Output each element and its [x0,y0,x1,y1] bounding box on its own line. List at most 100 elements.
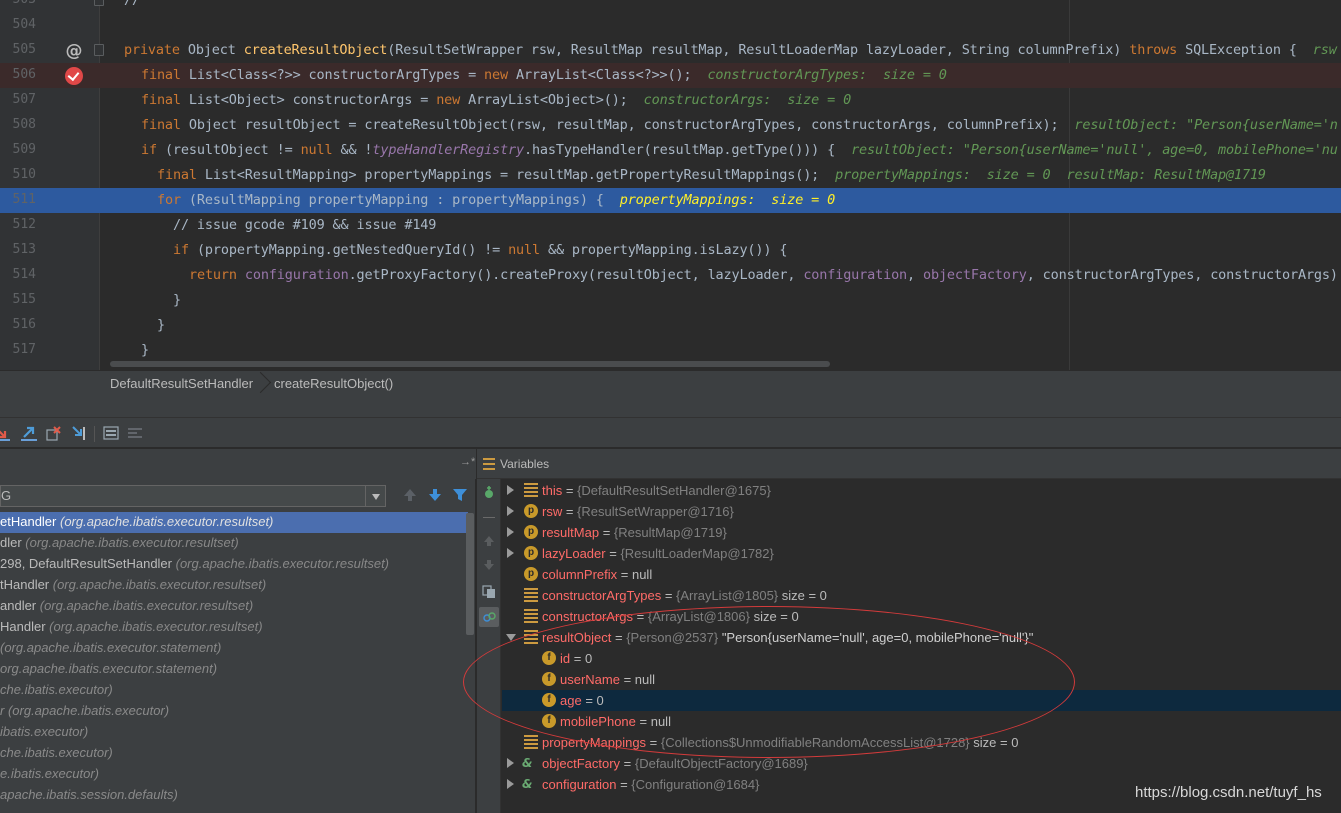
restore-layout-icon[interactable]: →* [460,456,475,468]
parameter-icon: p [524,525,538,539]
frame-row[interactable]: Handler (org.apache.ibatis.executor.resu… [0,617,468,638]
thread-dropdown[interactable]: G [0,485,386,507]
code-line-517[interactable]: 517 } [0,338,1341,363]
variable-row-resultobject[interactable]: resultObject = {Person@2537} "Person{use… [502,627,1341,648]
frame-row[interactable]: che.ibatis.executor) [0,680,468,701]
new-watch-icon[interactable] [481,485,497,501]
code-line-504[interactable]: 504 [0,13,1341,38]
copy-icon[interactable] [482,585,496,599]
field-icon: f [542,714,556,728]
frame-row[interactable]: apache.ibatis.session.defaults) [0,785,468,806]
fold-marker-icon[interactable] [94,0,104,6]
frame-row[interactable]: r (org.apache.ibatis.executor) [0,701,468,722]
variable-row-id[interactable]: f id = 0 [502,648,1341,669]
trace-icon[interactable] [127,425,143,441]
variables-icon [483,458,495,470]
frame-row[interactable]: etHandler (org.apache.ibatis.executor.re… [0,512,468,533]
frame-row[interactable]: dler (org.apache.ibatis.executor.results… [0,533,468,554]
fold-marker-icon[interactable] [94,44,104,56]
line-number: 505 [12,42,36,57]
run-to-cursor-icon[interactable] [71,425,87,441]
frames-panel: →* G etHandler (org.apache.ibatis.execut… [0,449,476,813]
breakpoint-check-icon[interactable] [64,66,84,86]
code-text: } [157,317,165,333]
line-number: 504 [12,17,36,32]
field-watch-icon: & [522,777,533,791]
code-text: for (ResultMapping propertyMapping : pro… [157,192,836,208]
frame-row[interactable]: 298, DefaultResultSetHandler (org.apache… [0,554,468,575]
step-into-icon[interactable] [0,425,10,441]
variable-row-constructorargs[interactable]: constructorArgs = {ArrayList@1806} size … [502,606,1341,627]
drop-frame-icon[interactable] [46,425,62,441]
code-line-513[interactable]: 513 if (propertyMapping.getNestedQueryId… [0,238,1341,263]
field-icon: f [542,693,556,707]
code-editor[interactable]: 503 // 504 505 @ private Object createRe… [0,0,1341,370]
variable-row-lazyloader[interactable]: p lazyLoader = {ResultLoaderMap@1782} [502,543,1341,564]
arrow-up-icon[interactable] [403,488,417,502]
code-line-503[interactable]: 503 // [0,0,1341,13]
variable-row-mobilephone[interactable]: f mobilePhone = null [502,711,1341,732]
code-text: if (propertyMapping.getNestedQueryId() !… [173,242,788,258]
frame-row[interactable]: org.apache.ibatis.executor.statement) [0,659,468,680]
frame-row[interactable]: andler (org.apache.ibatis.executor.resul… [0,596,468,617]
field-icon: f [542,672,556,686]
variable-row-age[interactable]: f age = 0 [502,690,1341,711]
show-watches-toggle-icon[interactable] [479,607,499,627]
expand-arrow-icon[interactable] [507,485,514,495]
evaluate-expression-icon[interactable] [103,425,119,441]
variables-tree[interactable]: this = {DefaultResultSetHandler@1675} p … [502,479,1341,813]
code-line-507[interactable]: 507 final List<Object> constructorArgs =… [0,88,1341,113]
code-text: private Object createResultObject(Result… [124,42,1337,58]
remove-watch-icon[interactable] [483,517,495,518]
expand-arrow-icon[interactable] [507,779,514,789]
variable-list-icon [524,483,538,497]
variable-row-constructorargtypes[interactable]: constructorArgTypes = {ArrayList@1805} s… [502,585,1341,606]
expand-arrow-icon[interactable] [507,548,514,558]
line-number: 510 [12,167,36,182]
code-line-510[interactable]: 510 final List<ResultMapping> propertyMa… [0,163,1341,188]
variable-row-resultmap[interactable]: p resultMap = {ResultMap@1719} [502,522,1341,543]
breadcrumb-method[interactable]: createResultObject() [274,376,393,391]
step-out-icon[interactable] [21,425,37,441]
code-line-511-current[interactable]: 511 for (ResultMapping propertyMapping :… [0,188,1341,213]
code-line-514[interactable]: 514 return configuration.getProxyFactory… [0,263,1341,288]
breadcrumb-separator [253,371,263,397]
expand-arrow-icon[interactable] [507,506,514,516]
code-comment: // issue gcode #109 && issue #149 [173,217,437,233]
frame-row[interactable]: e.ibatis.executor) [0,764,468,785]
code-line-509[interactable]: 509 if (resultObject != null && !typeHan… [0,138,1341,163]
line-number: 503 [0,0,36,7]
filter-icon[interactable] [452,488,468,502]
frame-row[interactable]: tHandler (org.apache.ibatis.executor.res… [0,575,468,596]
breadcrumb-class[interactable]: DefaultResultSetHandler [110,376,253,391]
expand-arrow-icon[interactable] [507,527,514,537]
move-up-icon[interactable] [483,535,495,547]
override-at-icon[interactable]: @ [64,41,84,61]
line-number: 508 [12,117,36,132]
code-line-508[interactable]: 508 final Object resultObject = createRe… [0,113,1341,138]
frame-row[interactable]: ibatis.executor) [0,722,468,743]
variable-row-rsw[interactable]: p rsw = {ResultSetWrapper@1716} [502,501,1341,522]
variable-row-columnprefix[interactable]: p columnPrefix = null [502,564,1341,585]
variable-row-username[interactable]: f userName = null [502,669,1341,690]
variable-row-this[interactable]: this = {DefaultResultSetHandler@1675} [502,480,1341,501]
code-line-506[interactable]: 506 final List<Class<?>> constructorArgT… [0,63,1341,88]
variables-side-toolbar [477,479,501,813]
code-line-515[interactable]: 515 } [0,288,1341,313]
debug-toolbar [0,418,1341,448]
move-down-icon[interactable] [483,559,495,571]
editor-horizontal-scrollbar[interactable] [110,361,830,367]
code-line-516[interactable]: 516 } [0,313,1341,338]
expand-arrow-icon[interactable] [507,758,514,768]
frame-row[interactable]: che.ibatis.executor) [0,743,468,764]
chevron-down-icon[interactable] [365,486,385,506]
code-line-505[interactable]: 505 @ private Object createResultObject(… [0,38,1341,63]
variable-row-objectfactory[interactable]: & objectFactory = {DefaultObjectFactory@… [502,753,1341,774]
collapse-arrow-icon[interactable] [506,634,516,641]
code-line-512[interactable]: 512 // issue gcode #109 && issue #149 [0,213,1341,238]
variable-row-propertymappings[interactable]: propertyMappings = {Collections$Unmodifi… [502,732,1341,753]
line-number: 516 [12,317,36,332]
frames-scrollbar[interactable] [466,513,474,635]
frame-row[interactable]: (org.apache.ibatis.executor.statement) [0,638,468,659]
arrow-down-icon[interactable] [428,488,442,502]
